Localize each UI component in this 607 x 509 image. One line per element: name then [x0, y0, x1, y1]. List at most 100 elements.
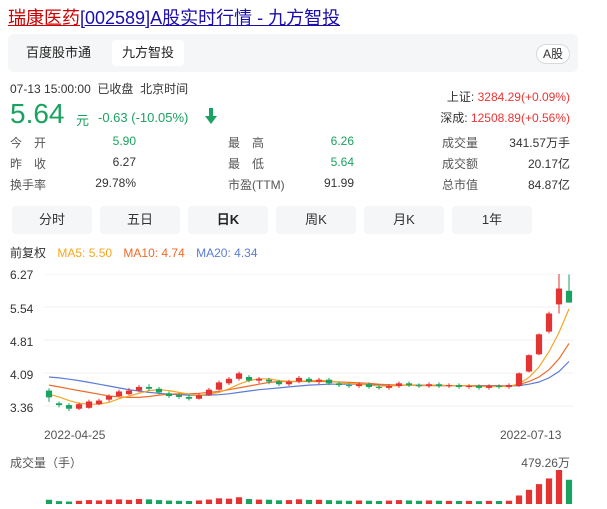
volume-bar[interactable]: [535, 484, 543, 504]
candle[interactable]: [485, 386, 493, 388]
volume-bar[interactable]: [205, 499, 213, 504]
candle[interactable]: [245, 376, 253, 381]
candle[interactable]: [425, 384, 433, 387]
volume-bar[interactable]: [115, 499, 123, 504]
candle[interactable]: [265, 379, 273, 382]
volume-bar[interactable]: [525, 489, 533, 504]
volume-bar[interactable]: [475, 501, 483, 504]
volume-bar[interactable]: [85, 500, 93, 504]
candle[interactable]: [505, 385, 513, 387]
candle[interactable]: [405, 383, 413, 386]
candle[interactable]: [215, 382, 223, 390]
candle[interactable]: [465, 386, 473, 388]
volume-bar[interactable]: [445, 500, 453, 504]
volume-bar[interactable]: [345, 500, 353, 504]
candle[interactable]: [85, 401, 93, 408]
candle[interactable]: [475, 386, 483, 388]
candle[interactable]: [535, 334, 543, 355]
candle[interactable]: [155, 388, 163, 393]
candle[interactable]: [345, 385, 353, 387]
candle[interactable]: [55, 403, 63, 406]
volume-bar[interactable]: [245, 499, 253, 504]
volume-bar[interactable]: [545, 478, 553, 504]
volume-bar[interactable]: [565, 479, 573, 504]
candle[interactable]: [365, 384, 373, 387]
candle[interactable]: [445, 385, 453, 387]
volume-bar[interactable]: [285, 500, 293, 504]
candle[interactable]: [315, 379, 323, 382]
tab-weekly-k[interactable]: 周K: [276, 206, 356, 234]
volume-bar[interactable]: [155, 500, 163, 504]
volume-bar[interactable]: [65, 501, 73, 504]
volume-bar[interactable]: [75, 500, 83, 504]
volume-bar[interactable]: [95, 500, 103, 504]
volume-bar[interactable]: [295, 499, 303, 504]
volume-bar[interactable]: [435, 500, 443, 504]
candle[interactable]: [145, 386, 153, 389]
candle[interactable]: [205, 389, 213, 396]
candle[interactable]: [185, 396, 193, 399]
volume-bar[interactable]: [215, 498, 223, 504]
volume-bar[interactable]: [315, 499, 323, 504]
candle[interactable]: [555, 288, 563, 305]
volume-bar[interactable]: [355, 500, 363, 504]
candle[interactable]: [165, 393, 173, 397]
candle[interactable]: [515, 373, 523, 387]
candle[interactable]: [195, 395, 203, 399]
volume-bar[interactable]: [135, 499, 143, 504]
volume-bar[interactable]: [505, 500, 513, 504]
candle[interactable]: [495, 386, 503, 388]
candle[interactable]: [255, 378, 263, 381]
candle[interactable]: [225, 378, 233, 384]
candle[interactable]: [545, 313, 553, 332]
kline-chart[interactable]: [44, 274, 574, 424]
volume-bar[interactable]: [185, 501, 193, 504]
volume-bar[interactable]: [275, 500, 283, 504]
candle[interactable]: [305, 378, 313, 382]
volume-bar[interactable]: [235, 497, 243, 504]
candle[interactable]: [325, 379, 333, 384]
volume-bar[interactable]: [125, 499, 133, 504]
candle[interactable]: [65, 405, 73, 409]
tab-five-day[interactable]: 五日: [100, 206, 180, 234]
volume-bar[interactable]: [465, 500, 473, 504]
candle[interactable]: [295, 377, 303, 382]
volume-bar[interactable]: [45, 499, 53, 504]
candle[interactable]: [285, 381, 293, 385]
volume-bar[interactable]: [145, 499, 153, 504]
stock-name-link[interactable]: 瑞康医药: [8, 8, 80, 28]
volume-bar[interactable]: [265, 499, 273, 504]
candle[interactable]: [335, 383, 343, 386]
volume-bar[interactable]: [175, 500, 183, 504]
candle[interactable]: [435, 384, 443, 387]
candle[interactable]: [115, 391, 123, 397]
tab-jiufang[interactable]: 九方智投: [112, 40, 185, 66]
candle[interactable]: [395, 383, 403, 387]
candle[interactable]: [565, 290, 573, 303]
candle[interactable]: [235, 373, 243, 379]
candle[interactable]: [275, 381, 283, 385]
volume-bar[interactable]: [405, 500, 413, 504]
candle[interactable]: [385, 386, 393, 388]
volume-bar[interactable]: [365, 500, 373, 504]
candle[interactable]: [525, 355, 533, 372]
volume-bar[interactable]: [385, 500, 393, 504]
volume-bar[interactable]: [555, 470, 563, 504]
tab-intraday[interactable]: 分时: [12, 206, 92, 234]
volume-bar[interactable]: [255, 499, 263, 504]
candle[interactable]: [105, 396, 113, 400]
volume-bar[interactable]: [55, 501, 63, 504]
candle[interactable]: [415, 385, 423, 387]
candle[interactable]: [375, 386, 383, 388]
volume-bar[interactable]: [335, 500, 343, 504]
volume-bar[interactable]: [375, 501, 383, 504]
tab-daily-k[interactable]: 日K: [188, 206, 268, 234]
volume-chart[interactable]: [44, 470, 574, 504]
volume-bar[interactable]: [105, 499, 113, 504]
candle[interactable]: [455, 385, 463, 387]
tab-monthly-k[interactable]: 月K: [364, 206, 444, 234]
volume-bar[interactable]: [415, 500, 423, 504]
volume-bar[interactable]: [395, 500, 403, 504]
volume-bar[interactable]: [515, 495, 523, 504]
candle[interactable]: [95, 400, 103, 405]
